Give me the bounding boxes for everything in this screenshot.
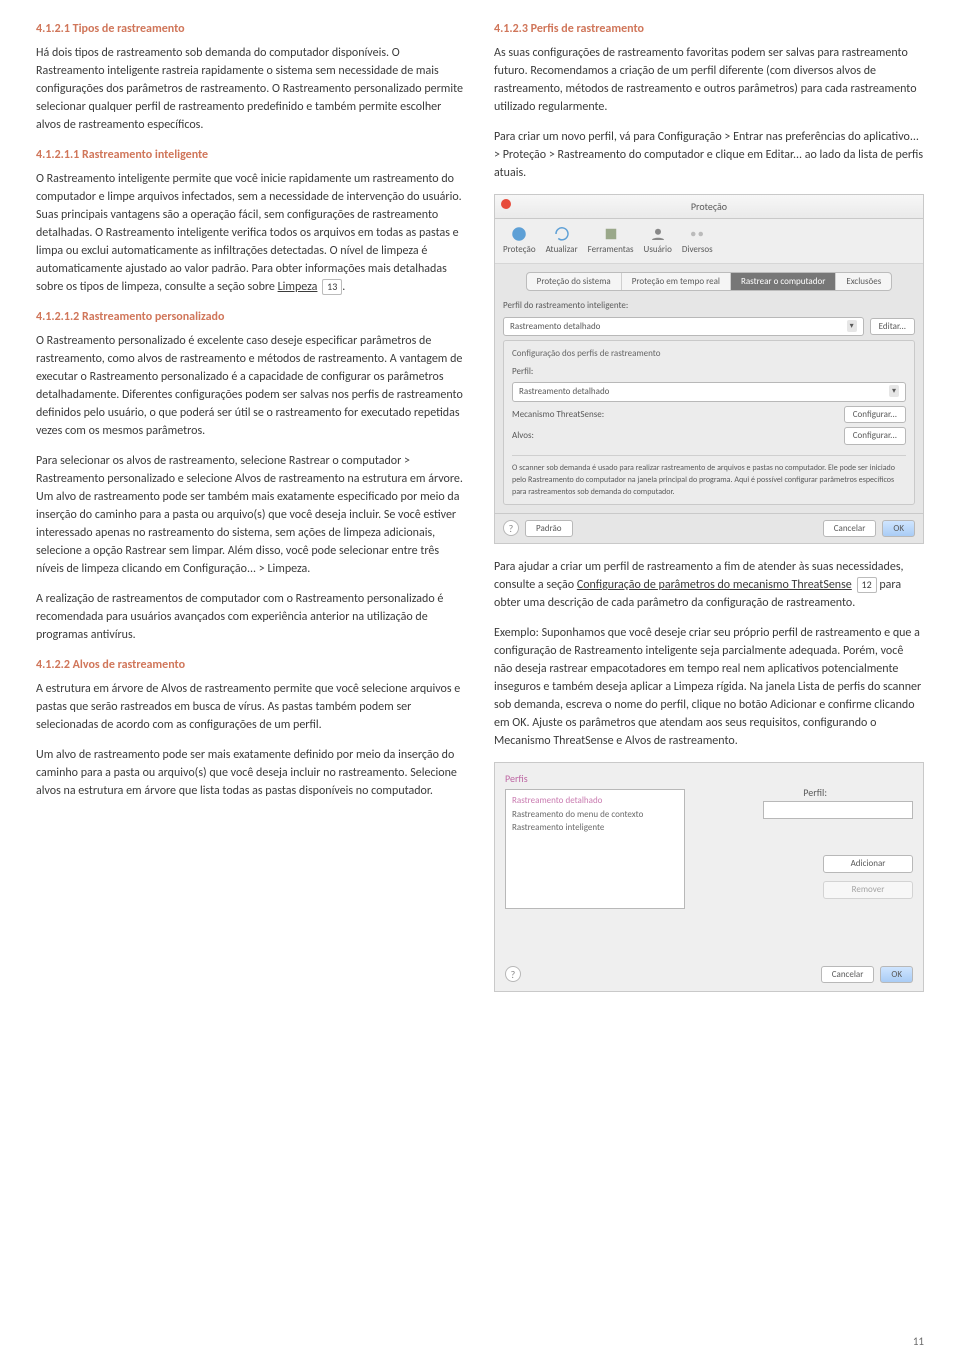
heading-41212: 4.1.2.1.2 Rastreamento personalizado [36, 308, 466, 326]
profiles-list: Rastreamento detalhado Rastreamento do m… [505, 789, 685, 909]
configurar-mec-button: Configurar... [844, 406, 906, 424]
label-perfis: Perfis [505, 771, 528, 786]
list-item: Rastreamento inteligente [512, 821, 678, 835]
cancelar-button: Cancelar [823, 520, 877, 538]
prefs-tabs: Proteção do sistema Proteção em tempo re… [526, 272, 893, 292]
screenshot-profiles-dialog: Perfis Rastreamento detalhado Rastreamen… [494, 762, 924, 992]
padrao-button: Padrão [525, 520, 573, 538]
help-icon: ? [505, 966, 521, 982]
page-number: 11 [913, 1334, 924, 1351]
label-perfil-inteligente: Perfil do rastreamento inteligente: [503, 299, 915, 313]
heading-4121: 4.1.2.1 Tipos de rastreamento [36, 20, 466, 38]
label-alvos: Alvos: [512, 429, 838, 443]
tab-rastrear-computador: Rastrear o computador [731, 273, 836, 291]
para-4123-3: Para ajudar a criar um perfil de rastrea… [494, 558, 924, 612]
select-perfil: Rastreamento detalhado [512, 382, 906, 402]
ok-button: OK [880, 966, 913, 984]
editar-button: Editar... [870, 318, 915, 336]
para-4122-1: A estrutura em árvore de Alvos de rastre… [36, 680, 466, 734]
tab-protecao-sistema: Proteção do sistema [527, 273, 622, 291]
para-4123-4: Exemplo: Suponhamos que você deseje cria… [494, 624, 924, 750]
para-41211-1: O Rastreamento inteligente permite que v… [36, 170, 466, 296]
close-icon [501, 199, 511, 209]
toolbar-protecao: Proteção [503, 225, 536, 257]
para-4121-1: Há dois tipos de rastreamento sob demand… [36, 44, 466, 134]
note-scanner: O scanner sob demanda é usado para reali… [512, 455, 906, 498]
list-item: Rastreamento do menu de contexto [512, 808, 678, 822]
perfil-field [763, 801, 913, 819]
adicionar-button: Adicionar [823, 855, 913, 873]
page-ref-13: 13 [322, 279, 342, 295]
frame-label-config: Configuração dos perfis de rastreamento [512, 347, 906, 361]
para-41212-2: Para selecionar os alvos de rastreamento… [36, 452, 466, 578]
list-item: Rastreamento detalhado [512, 794, 678, 808]
link-limpeza[interactable]: Limpeza [278, 280, 318, 294]
para-41212-1: O Rastreamento personalizado é excelente… [36, 332, 466, 440]
heading-4122: 4.1.2.2 Alvos de rastreamento [36, 656, 466, 674]
label-mecanismo: Mecanismo ThreatSense: [512, 408, 838, 422]
label-perfil-field: Perfil: [803, 785, 827, 800]
para-41212-3: A realização de rastreamentos de computa… [36, 590, 466, 644]
heading-4123: 4.1.2.3 Perfis de rastreamento [494, 20, 924, 38]
screenshot-prefs-window: Proteção Proteção Atualizar Ferramentas [494, 194, 924, 544]
page-ref-12: 12 [857, 577, 877, 593]
label-perfil: Perfil: [512, 365, 542, 379]
configurar-alvos-button: Configurar... [844, 427, 906, 445]
para-4123-2: Para criar um novo perfil, vá para Confi… [494, 128, 924, 182]
remover-button: Remover [823, 881, 913, 899]
para-4122-2: Um alvo de rastreamento pode ser mais ex… [36, 746, 466, 800]
tab-exclusoes: Exclusões [836, 273, 891, 291]
ok-button: OK [882, 520, 915, 538]
toolbar-diversos: Diversos [682, 225, 713, 257]
toolbar-ferramentas: Ferramentas [588, 225, 634, 257]
cancelar-button: Cancelar [821, 966, 875, 984]
window-title: Proteção [691, 200, 727, 213]
select-perfil-inteligente: Rastreamento detalhado [503, 317, 864, 337]
heading-41211: 4.1.2.1.1 Rastreamento inteligente [36, 146, 466, 164]
tab-protecao-tempo-real: Proteção em tempo real [622, 273, 731, 291]
para-4123-1: As suas configurações de rastreamento fa… [494, 44, 924, 116]
link-threatsense[interactable]: Configuração de parâmetros do mecanismo … [577, 578, 852, 592]
toolbar-atualizar: Atualizar [546, 225, 578, 257]
help-icon: ? [503, 520, 519, 536]
toolbar-usuario: Usuário [644, 225, 672, 257]
